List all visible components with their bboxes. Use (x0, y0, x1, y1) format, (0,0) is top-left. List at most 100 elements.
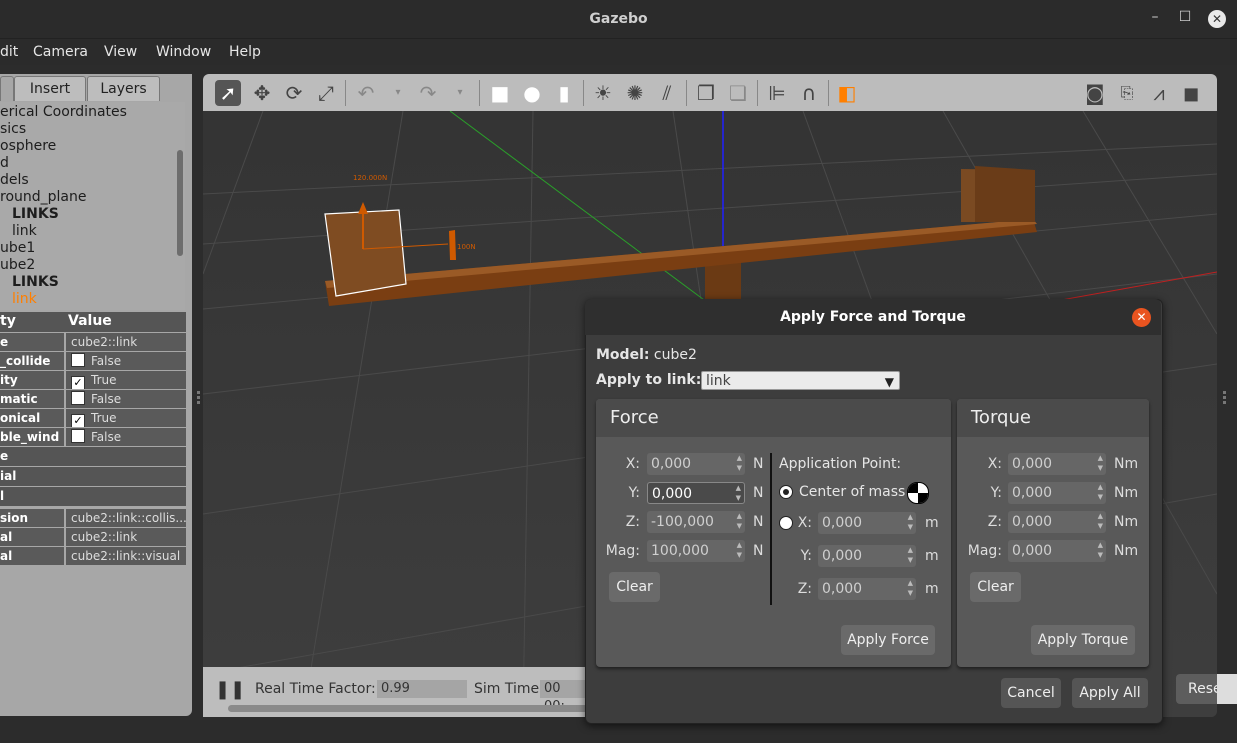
screenshot-icon[interactable]: ◙ (1082, 80, 1108, 106)
property-row[interactable]: e cube2::link (0, 333, 186, 351)
undo-icon[interactable]: ↶ (353, 80, 379, 106)
paste-icon[interactable]: ❏ (725, 80, 751, 106)
property-row[interactable]: matic False (0, 390, 186, 408)
redo-dropdown-icon[interactable]: ▾ (447, 80, 473, 106)
spinner-icon[interactable]: ▲ ▼ (736, 483, 741, 503)
apply-all-button[interactable]: Apply All (1072, 678, 1148, 708)
property-row[interactable]: _collide False (0, 352, 186, 370)
plot-icon[interactable]: ⩘ (1146, 80, 1172, 106)
property-row[interactable]: sion cube2::link::collis... (0, 509, 186, 527)
tree-item[interactable]: osphere (0, 138, 56, 154)
property-row[interactable]: ble_wind False (0, 428, 186, 446)
menu-edit[interactable]: dit (0, 44, 18, 60)
property-row[interactable]: al cube2::link::visual (0, 547, 186, 565)
checkbox-checked[interactable]: ✓ (71, 414, 85, 427)
spinner-icon[interactable]: ▲ ▼ (737, 540, 742, 560)
checkbox-unchecked[interactable] (71, 429, 85, 443)
splitter-handle[interactable] (197, 401, 200, 404)
point-y-input[interactable]: 0,000 ▲ ▼ (818, 545, 916, 567)
spinner-icon[interactable]: ▲ ▼ (908, 512, 913, 532)
copy-icon[interactable]: ❐ (693, 80, 719, 106)
apply-force-button[interactable]: Apply Force (841, 625, 935, 655)
splitter-handle[interactable] (197, 396, 200, 399)
force-x-input[interactable]: 0,000 ▲ ▼ (647, 453, 745, 475)
sphere-shape-icon[interactable]: ● (519, 80, 545, 106)
link-select[interactable]: link ▼ (701, 371, 900, 390)
property-row[interactable]: ity ✓ True (0, 371, 186, 389)
minimize-icon[interactable]: – (1145, 9, 1165, 25)
menu-help[interactable]: Help (229, 44, 261, 60)
translate-mode-icon[interactable]: ✥ (249, 80, 275, 106)
property-section[interactable]: ial (0, 467, 186, 486)
snap-icon[interactable]: ∩ (796, 80, 822, 106)
menu-camera[interactable]: Camera (33, 44, 88, 60)
pause-icon[interactable]: ❚❚ (215, 679, 245, 700)
tree-item[interactable]: LINKS (12, 206, 59, 222)
center-of-mass-radio[interactable] (779, 485, 793, 499)
close-window-icon[interactable]: ✕ (1208, 10, 1226, 28)
spinner-icon[interactable]: ▲ ▼ (1098, 511, 1103, 531)
spinner-icon[interactable]: ▲ ▼ (1098, 453, 1103, 473)
point-light-icon[interactable]: ☀ (590, 80, 616, 106)
maximize-icon[interactable]: ☐ (1175, 9, 1195, 25)
align-icon[interactable]: ⊫ (764, 80, 790, 106)
box-shape-icon[interactable]: ■ (487, 80, 513, 106)
tree-scrollbar[interactable] (177, 150, 183, 256)
cancel-button[interactable]: Cancel (1001, 678, 1061, 708)
torque-mag-input[interactable]: 0,000 ▲ ▼ (1008, 540, 1106, 562)
tree-item[interactable]: LINKS (12, 274, 59, 290)
tree-item[interactable]: sics (0, 121, 26, 137)
property-section[interactable]: l (0, 487, 186, 506)
spinner-icon[interactable]: ▲ ▼ (908, 578, 913, 598)
menu-view[interactable]: View (104, 44, 137, 60)
splitter-handle[interactable] (197, 391, 200, 394)
redo-icon[interactable]: ↷ (415, 80, 441, 106)
splitter-handle[interactable] (1223, 401, 1226, 404)
scale-mode-icon[interactable]: ⤢ (313, 80, 339, 106)
rotate-mode-icon[interactable]: ⟳ (281, 80, 307, 106)
spinner-icon[interactable]: ▲ ▼ (737, 511, 742, 531)
cube2-selected[interactable] (324, 209, 407, 297)
apply-torque-button[interactable]: Apply Torque (1031, 625, 1135, 655)
force-clear-button[interactable]: Clear (609, 572, 660, 602)
splitter-handle[interactable] (1223, 391, 1226, 394)
tree-item[interactable]: dels (0, 172, 29, 188)
tree-item[interactable]: d (0, 155, 9, 171)
splitter-handle[interactable] (1223, 396, 1226, 399)
menu-window[interactable]: Window (156, 44, 211, 60)
tree-item[interactable]: link (12, 223, 37, 239)
property-row[interactable]: onical ✓ True (0, 409, 186, 427)
reset-button[interactable]: Rese (1176, 674, 1222, 704)
torque-clear-button[interactable]: Clear (970, 572, 1021, 602)
force-y-input[interactable]: 0,000 ▲ ▼ (647, 482, 745, 504)
directional-light-icon[interactable]: ⫽ (654, 80, 680, 106)
tree-item-selected[interactable]: link (12, 291, 37, 307)
close-icon[interactable]: ✕ (1132, 308, 1151, 327)
point-x-input[interactable]: 0,000 ▲ ▼ (818, 512, 916, 534)
undo-dropdown-icon[interactable]: ▾ (385, 80, 411, 106)
checkbox-unchecked[interactable] (71, 391, 85, 405)
tab-insert[interactable]: Insert (14, 76, 86, 101)
point-z-input[interactable]: 0,000 ▲ ▼ (818, 578, 916, 600)
tree-item[interactable]: erical Coordinates (0, 104, 127, 120)
log-icon[interactable]: ⎘ (1114, 80, 1140, 106)
torque-y-input[interactable]: 0,000 ▲ ▼ (1008, 482, 1106, 504)
time-scrollbar[interactable] (228, 705, 588, 712)
force-mag-input[interactable]: 100,000 ▲ ▼ (647, 540, 745, 562)
select-mode-icon[interactable]: ➚ (215, 80, 241, 106)
spinner-icon[interactable]: ▲ ▼ (737, 453, 742, 473)
property-row[interactable]: al cube2::link (0, 528, 186, 546)
checkbox-unchecked[interactable] (71, 353, 85, 367)
spinner-icon[interactable]: ▲ ▼ (1098, 482, 1103, 502)
tab-layers[interactable]: Layers (87, 76, 160, 101)
tab-world[interactable] (0, 76, 14, 101)
record-video-icon[interactable]: ◼ (1178, 80, 1204, 106)
view-angle-icon[interactable]: ◧ (834, 80, 860, 106)
checkbox-checked[interactable]: ✓ (71, 376, 85, 389)
property-section[interactable]: e (0, 447, 186, 466)
spinner-icon[interactable]: ▲ ▼ (1098, 540, 1103, 560)
tree-item[interactable]: round_plane (0, 189, 87, 205)
force-z-input[interactable]: -100,000 ▲ ▼ (647, 511, 745, 533)
torque-z-input[interactable]: 0,000 ▲ ▼ (1008, 511, 1106, 533)
tree-item[interactable]: ube2 (0, 257, 35, 273)
